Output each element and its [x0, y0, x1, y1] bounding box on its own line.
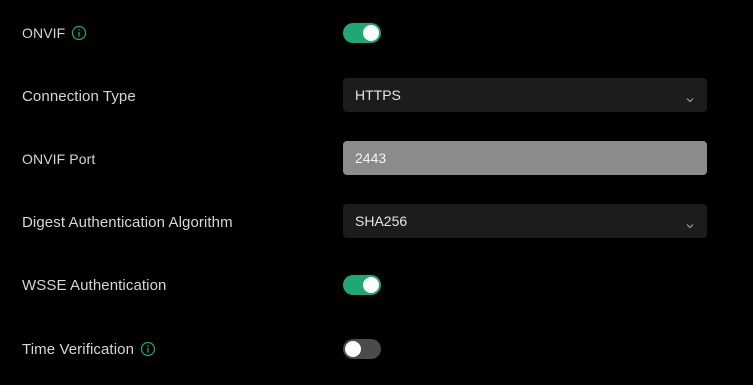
chevron-down-icon [685, 217, 695, 229]
toggle-knob [345, 341, 361, 357]
wsse-authentication-label: WSSE Authentication [22, 276, 167, 294]
digest-algorithm-select[interactable]: SHA256 [343, 204, 707, 238]
toggle-knob [363, 25, 379, 41]
digest-algorithm-label: Digest Authentication Algorithm [22, 213, 233, 231]
info-circle-icon[interactable] [71, 25, 87, 41]
connection-type-row: Connection Type HTTPS [0, 76, 753, 116]
toggle-knob [363, 277, 379, 293]
digest-algorithm-value: SHA256 [355, 213, 408, 229]
onvif-label: ONVIF [22, 25, 66, 41]
time-verification-label: Time Verification [22, 340, 135, 358]
digest-algorithm-label-group: Digest Authentication Algorithm [22, 202, 233, 242]
onvif-settings-panel: ONVIF Connection Type HTTPS ONVIF Port 2… [0, 0, 753, 385]
onvif-toggle[interactable] [343, 23, 381, 43]
time-verification-row: Time Verification [0, 329, 753, 369]
onvif-row: ONVIF [0, 13, 753, 53]
time-verification-label-group: Time Verification [22, 329, 156, 369]
time-verification-toggle[interactable] [343, 339, 381, 359]
onvif-port-row: ONVIF Port 2443 [0, 139, 753, 179]
onvif-port-label: ONVIF Port [22, 151, 96, 167]
connection-type-label: Connection Type [22, 87, 136, 105]
connection-type-value: HTTPS [355, 87, 401, 103]
info-circle-icon[interactable] [140, 341, 156, 357]
onvif-label-group: ONVIF [22, 13, 87, 53]
chevron-down-icon [685, 91, 695, 103]
digest-algorithm-row: Digest Authentication Algorithm SHA256 [0, 202, 753, 242]
onvif-port-input[interactable]: 2443 [343, 141, 707, 175]
connection-type-label-group: Connection Type [22, 76, 136, 116]
wsse-authentication-label-group: WSSE Authentication [22, 265, 166, 305]
wsse-authentication-toggle[interactable] [343, 275, 381, 295]
wsse-authentication-row: WSSE Authentication [0, 265, 753, 305]
onvif-port-label-group: ONVIF Port [22, 139, 95, 179]
connection-type-select[interactable]: HTTPS [343, 78, 707, 112]
